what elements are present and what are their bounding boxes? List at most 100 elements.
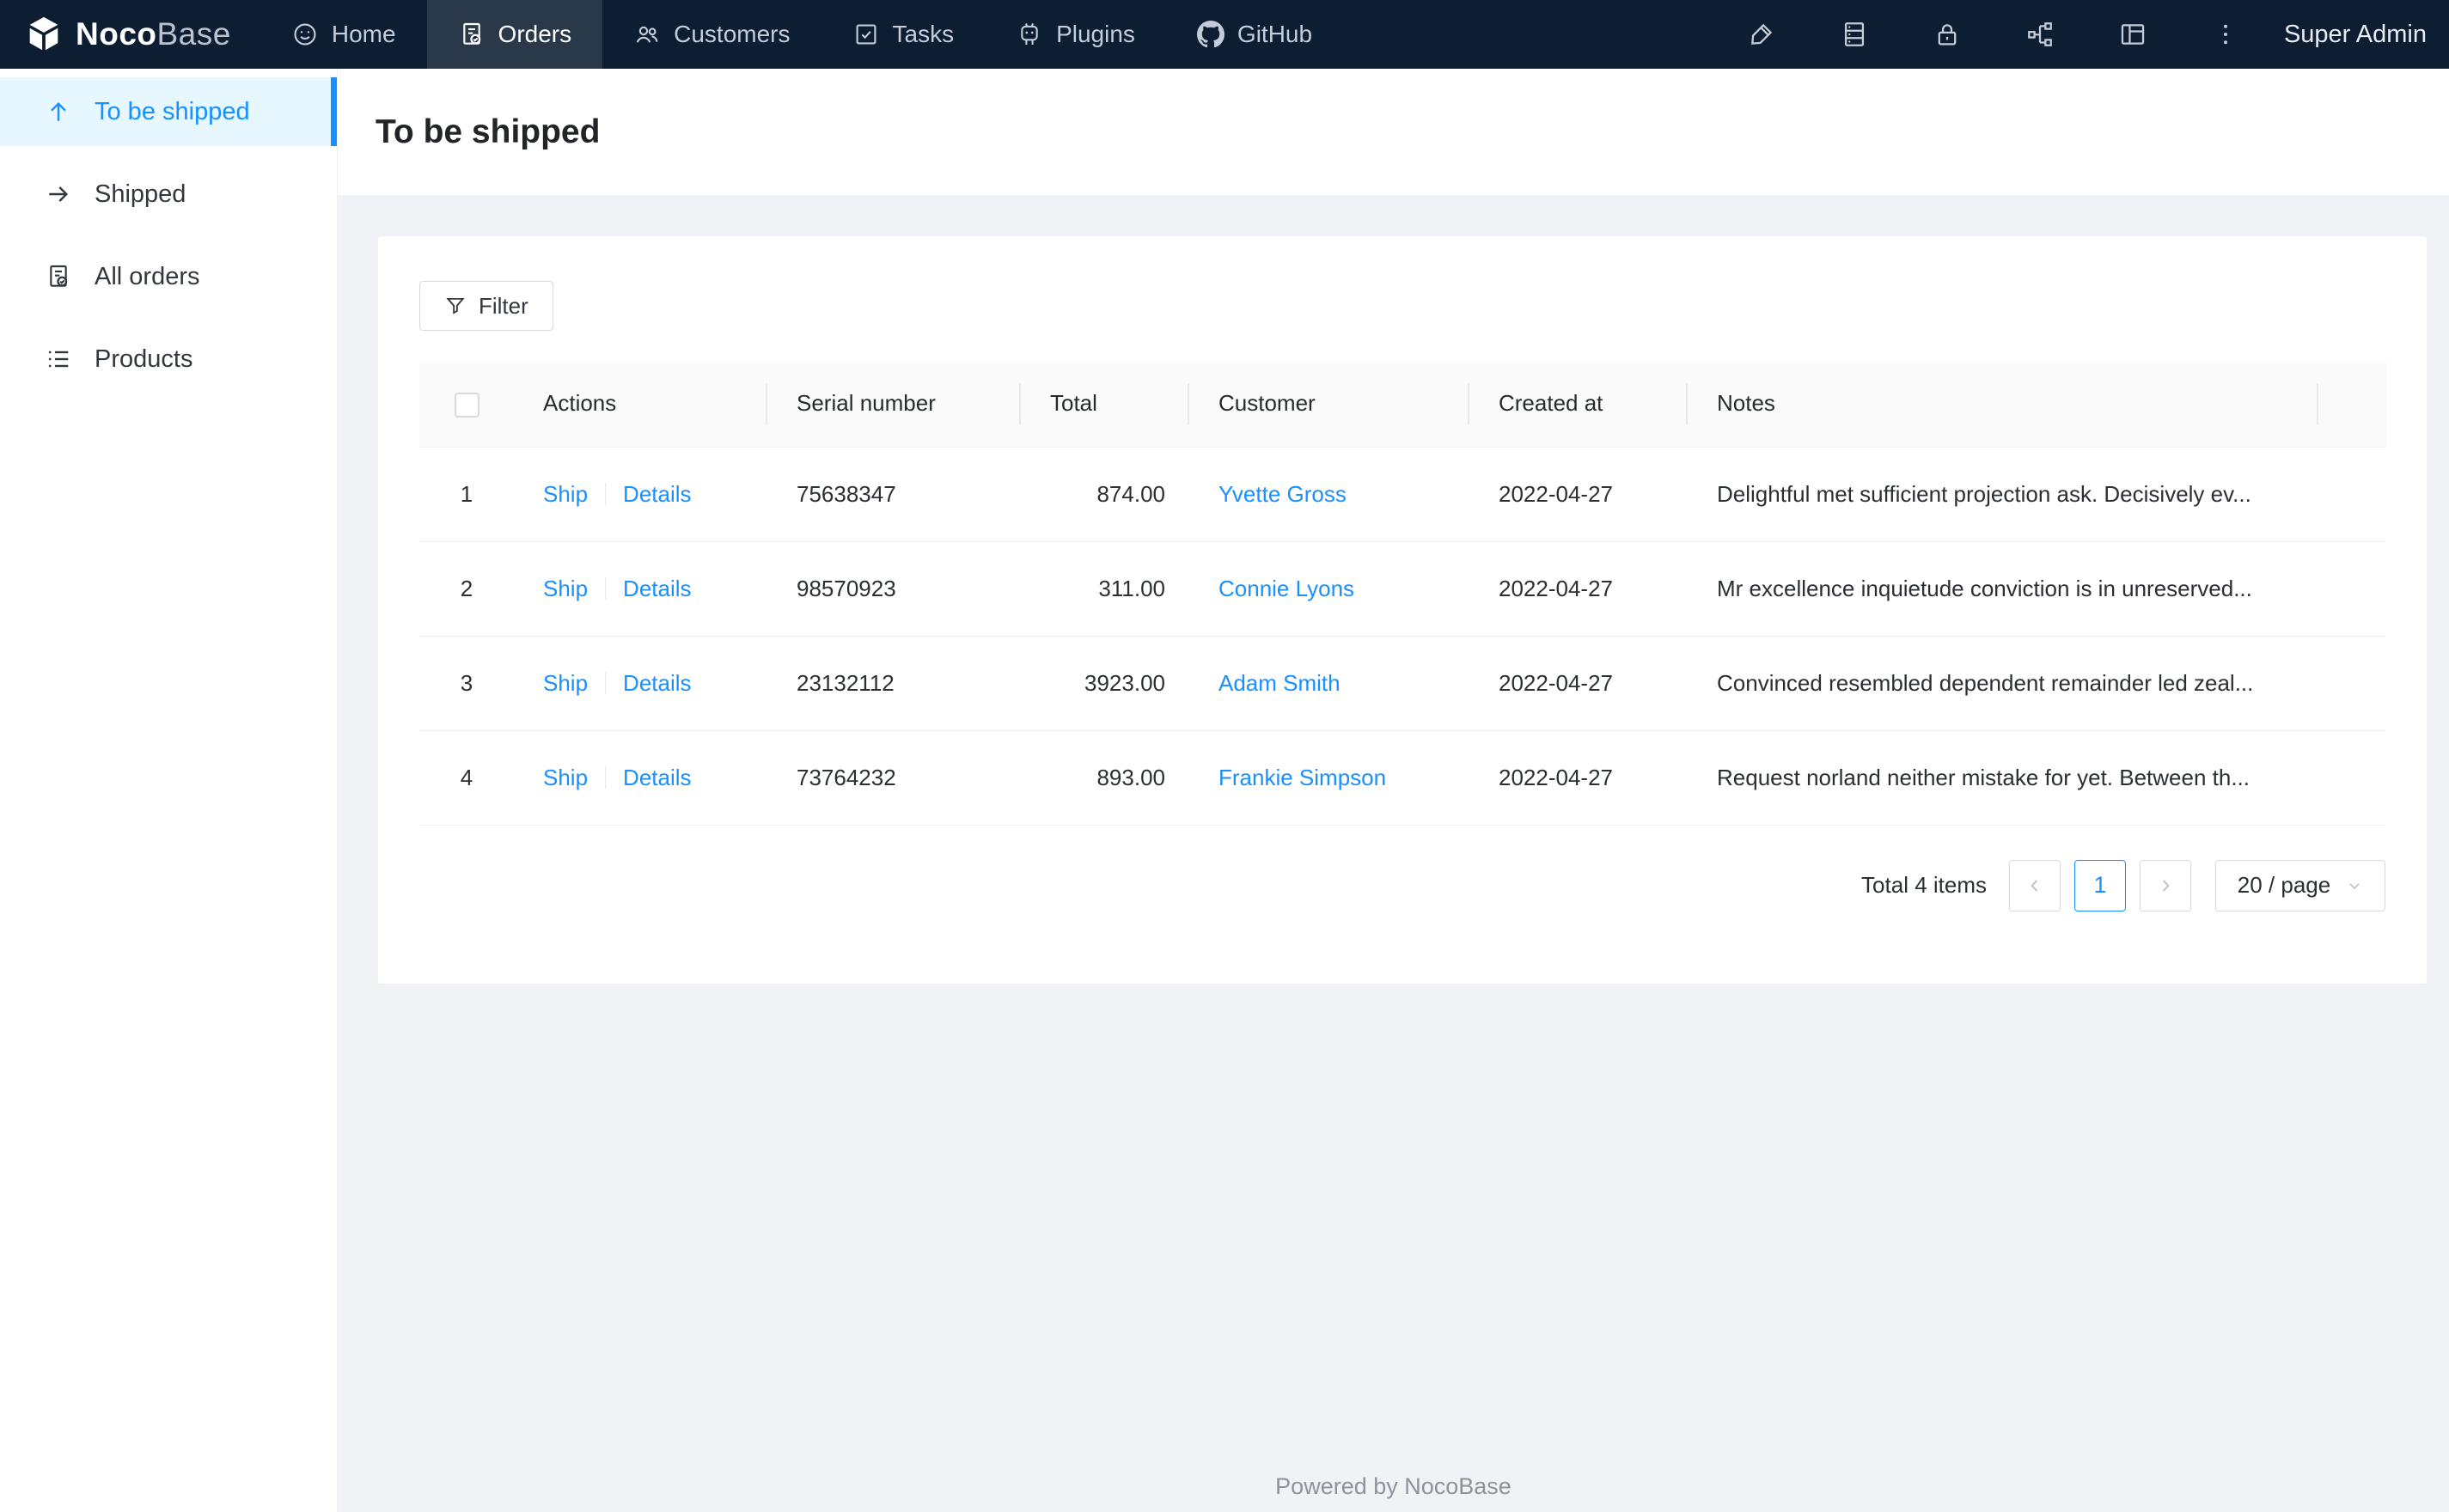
top-navbar: NocoBase Home Orders Customers Tasks Plu…	[0, 0, 2449, 69]
page-1-button[interactable]: 1	[2074, 859, 2126, 911]
created-at-cell: 2022-04-27	[1469, 730, 1688, 826]
sidebar-item-to-be-shipped[interactable]: To be shipped	[0, 77, 337, 146]
team-icon	[636, 26, 658, 43]
total-cell: 311.00	[1021, 541, 1189, 637]
arrow-right-icon	[49, 186, 69, 202]
ship-link[interactable]: Ship	[543, 481, 588, 507]
brand-name: NocoBase	[76, 16, 231, 52]
nocobase-logo[interactable]: NocoBase	[0, 0, 260, 69]
nav-label: Home	[331, 21, 396, 47]
filter-button[interactable]: Filter	[419, 281, 553, 331]
cube-logo-icon	[29, 16, 58, 51]
page-size-select[interactable]: 20 / page	[2215, 859, 2385, 911]
serial-number-cell: 73764232	[767, 730, 1021, 826]
layout-icon[interactable]	[2086, 20, 2179, 49]
nav-label: Orders	[498, 21, 572, 47]
nav-label: Tasks	[892, 21, 955, 47]
ship-link[interactable]: Ship	[543, 670, 588, 696]
details-link[interactable]: Details	[623, 481, 691, 507]
previous-page-button[interactable]	[2009, 859, 2061, 911]
chevron-left-icon	[2031, 879, 2037, 892]
topbar-actions: Super Admin	[1715, 0, 2449, 69]
row-index: 2	[419, 541, 514, 637]
app-window: NocoBase Home Orders Customers Tasks Plu…	[0, 0, 2449, 1512]
smile-icon	[294, 23, 316, 46]
sidebar-item-shipped[interactable]: Shipped	[0, 160, 337, 229]
robot-icon	[1021, 22, 1038, 45]
notes-cell: Request norland neither mistake for yet.…	[1688, 730, 2318, 826]
customer-link[interactable]: Adam Smith	[1218, 670, 1341, 696]
table-row: 2 Ship Details 98570923 311.00 Connie Lyo…	[419, 541, 2386, 637]
pagination-total: Total 4 items	[1861, 872, 1987, 898]
page-header: To be shipped	[338, 69, 2449, 195]
total-cell: 3923.00	[1021, 636, 1189, 731]
arrow-up-icon	[51, 101, 66, 121]
column-header-actions: Actions	[514, 361, 767, 448]
column-header-created-at: Created at	[1469, 361, 1688, 448]
action-separator	[605, 765, 607, 789]
nav-label: GitHub	[1237, 21, 1313, 47]
nav-item-home[interactable]: Home	[260, 0, 427, 69]
nav-item-orders[interactable]: Orders	[426, 0, 603, 69]
nav-item-plugins[interactable]: Plugins	[985, 0, 1166, 69]
more-ellipsis-icon[interactable]	[2179, 20, 2272, 49]
column-header-serial-number: Serial number	[767, 361, 1021, 448]
select-all-checkbox[interactable]	[454, 392, 479, 418]
customer-link[interactable]: Frankie Simpson	[1218, 765, 1386, 790]
orders-table: Actions Serial number Total Customer Cre…	[419, 361, 2386, 826]
details-link[interactable]: Details	[623, 576, 691, 601]
filter-button-label: Filter	[479, 292, 528, 319]
lock-icon[interactable]	[1901, 20, 1994, 49]
chevron-down-icon	[2349, 882, 2360, 889]
nav-item-tasks[interactable]: Tasks	[821, 0, 986, 69]
apartment-icon[interactable]	[1994, 20, 2086, 49]
content-area: Filter Actions Serial number Total Custo…	[338, 195, 2449, 1512]
user-menu[interactable]: Super Admin	[2284, 21, 2427, 49]
sidebar: To be shipped Shipped All orders Product…	[0, 69, 338, 1512]
column-header-notes: Notes	[1688, 361, 2318, 448]
sidebar-item-label: Shipped	[95, 180, 186, 208]
customer-link[interactable]: Connie Lyons	[1218, 576, 1354, 601]
nav-item-github[interactable]: GitHub	[1166, 0, 1343, 69]
row-index: 4	[419, 730, 514, 826]
created-at-cell: 2022-04-27	[1469, 447, 1688, 542]
action-separator	[605, 482, 607, 505]
customer-link[interactable]: Yvette Gross	[1218, 481, 1347, 507]
table-row: 4 Ship Details 73764232 893.00 Frankie Si…	[419, 730, 2386, 826]
file-done-icon	[50, 265, 68, 287]
powered-by-footer: Powered by NocoBase	[1275, 1473, 1512, 1499]
file-done-icon	[462, 22, 480, 45]
sidebar-item-products[interactable]: Products	[0, 325, 337, 393]
details-link[interactable]: Details	[623, 670, 691, 696]
table-row: 1 Ship Details 75638347 874.00 Yvette Gro…	[419, 447, 2386, 542]
main-menu: Home Orders Customers Tasks Plugins GitH…	[260, 0, 1343, 69]
next-page-button[interactable]	[2140, 859, 2191, 911]
created-at-cell: 2022-04-27	[1469, 541, 1688, 637]
column-header-total: Total	[1021, 361, 1189, 448]
page-size-value: 20 / page	[2237, 872, 2331, 898]
orders-card: Filter Actions Serial number Total Custo…	[378, 236, 2427, 984]
ship-link[interactable]: Ship	[543, 765, 588, 790]
action-separator	[605, 671, 607, 694]
database-icon[interactable]	[1808, 20, 1901, 49]
nav-label: Plugins	[1056, 21, 1135, 47]
sidebar-item-label: Products	[95, 344, 193, 373]
serial-number-cell: 75638347	[767, 447, 1021, 542]
page-title: To be shipped	[376, 113, 601, 150]
pagination: Total 4 items 1 20 / page	[419, 859, 2385, 911]
notes-cell: Convinced resembled dependent remainder …	[1688, 636, 2318, 731]
ui-editor-icon[interactable]	[1715, 20, 1808, 49]
sidebar-item-all-orders[interactable]: All orders	[0, 242, 337, 311]
ship-link[interactable]: Ship	[543, 576, 588, 601]
table-row: 3 Ship Details 23132112 3923.00 Adam Smit…	[419, 636, 2386, 731]
sidebar-item-label: To be shipped	[95, 97, 250, 125]
row-index: 3	[419, 636, 514, 731]
table-header-row: Actions Serial number Total Customer Cre…	[419, 361, 2386, 448]
details-link[interactable]: Details	[623, 765, 691, 790]
nav-item-customers[interactable]: Customers	[602, 0, 821, 69]
filter-funnel-icon	[446, 297, 465, 314]
notes-cell: Mr excellence inquietude conviction is i…	[1688, 541, 2318, 637]
notes-cell: Delightful met sufficient projection ask…	[1688, 447, 2318, 542]
github-icon	[1196, 21, 1224, 48]
created-at-cell: 2022-04-27	[1469, 636, 1688, 731]
